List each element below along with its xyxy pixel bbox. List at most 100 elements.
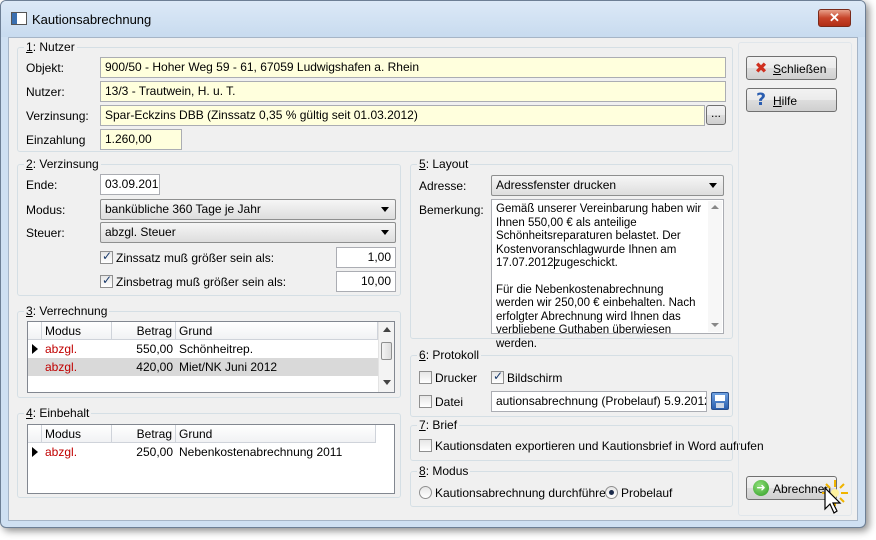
save-icon[interactable]: [711, 392, 729, 410]
einbehalt-grid[interactable]: Modus Betrag Grund abzgl. 250,00 Nebenko…: [27, 424, 395, 494]
current-row-indicator-icon: [32, 447, 38, 457]
group-layout: 5: Layout Adresse: Adressfenster drucken…: [410, 157, 733, 350]
group-nutzer-legend: 1: Nutzer: [24, 40, 77, 54]
group-modus: 8: Modus Kautionsabrechnung durchführen …: [410, 464, 733, 507]
group-protokoll-legend: 6: Protokoll: [417, 348, 482, 362]
export-checkbox[interactable]: [419, 439, 432, 452]
row-modus: abzgl.: [45, 342, 78, 356]
group-brief-legend: 7: Brief: [417, 418, 460, 432]
group-verrechnung: 3: Verrechnung Modus Betrag Grund abzgl.…: [17, 304, 401, 398]
group-protokoll: 6: Protokoll Drucker Bildschirm Datei au…: [410, 348, 733, 417]
group-verzinsung-legend: 2: Verzinsung: [24, 157, 101, 171]
hilfe-button[interactable]: ? Hilfe: [746, 88, 837, 112]
chevron-down-icon: [381, 230, 389, 235]
scroll-thumb[interactable]: [381, 342, 392, 360]
zinsbetrag-checkbox[interactable]: [100, 273, 113, 288]
nutzer-label: Nutzer:: [26, 85, 65, 99]
verrechnung-grid[interactable]: Modus Betrag Grund abzgl. 550,00 Schönhe…: [27, 321, 395, 393]
schliessen-label: Schließen: [773, 62, 827, 76]
zinssatz-field[interactable]: 1,00: [336, 247, 396, 268]
zinsbetrag-field[interactable]: 10,00: [336, 271, 396, 292]
export-label: Kautionsdaten exportieren und Kautionsbr…: [435, 439, 764, 453]
group-nutzer: 1: Nutzer Objekt: 900/50 - Hoher Weg 59 …: [17, 40, 733, 152]
table-row[interactable]: abzgl. 420,00 Miet/NK Juni 2012: [28, 358, 378, 376]
current-row-indicator-icon: [32, 344, 38, 354]
verzinsung-label: Verzinsung:: [26, 109, 89, 123]
close-button[interactable]: ✕: [818, 9, 851, 27]
zinssatz-checkbox[interactable]: [100, 249, 113, 264]
hilfe-label: Hilfe: [773, 94, 798, 108]
probelauf-label: Probelauf: [621, 486, 673, 500]
datei-label: Datei: [435, 395, 464, 409]
chevron-down-icon: [381, 207, 389, 212]
group-brief: 7: Brief Kautionsdaten exportieren und K…: [410, 418, 764, 461]
scroll-up-icon[interactable]: [383, 327, 391, 332]
bemerkung-textarea[interactable]: Gemäß unserer Vereinbarung haben wir Ihn…: [491, 199, 724, 350]
window-title: Kautionsabrechnung: [32, 12, 152, 27]
column-header-grund[interactable]: Grund: [176, 322, 378, 340]
modus-label: Modus:: [26, 203, 66, 217]
adresse-label: Adresse:: [419, 179, 467, 193]
group-verzinsung: 2: Verzinsung Ende: 03.09.2012 Modus: ba…: [17, 157, 401, 296]
scroll-up-icon[interactable]: [711, 205, 719, 209]
row-grund: Schönheitrep.: [179, 342, 254, 356]
dialog-client: 1: Nutzer Objekt: 900/50 - Hoher Weg 59 …: [8, 37, 858, 521]
row-grund: Nebenkostenabrechnung 2011: [179, 445, 343, 459]
steuer-label: Steuer:: [26, 226, 65, 240]
durchfuehren-label: Kautionsabrechnung durchführen: [435, 486, 613, 500]
table-row[interactable]: abzgl. 550,00 Schönheitrep.: [28, 340, 378, 358]
durchfuehren-radio[interactable]: [419, 486, 432, 499]
bemerkung-label: Bemerkung:: [419, 203, 484, 217]
row-header-corner: [28, 322, 42, 340]
bemerkung-scrollbar[interactable]: [708, 201, 722, 332]
objekt-field[interactable]: 900/50 - Hoher Weg 59 - 61, 67059 Ludwig…: [100, 57, 726, 78]
drucker-label: Drucker: [435, 371, 478, 385]
scroll-down-icon[interactable]: [711, 323, 719, 327]
group-layout-legend: 5: Layout: [417, 157, 471, 171]
row-modus: abzgl.: [45, 445, 78, 459]
column-header-betrag[interactable]: Betrag: [112, 322, 176, 340]
close-icon: ✖: [754, 59, 768, 77]
help-icon: ?: [756, 90, 766, 110]
probelauf-radio[interactable]: [605, 486, 618, 499]
column-header-grund[interactable]: Grund: [176, 425, 376, 443]
ende-label: Ende:: [26, 178, 58, 192]
adresse-dropdown[interactable]: Adressfenster drucken: [491, 175, 724, 196]
table-row[interactable]: abzgl. 250,00 Nebenkostenabrechnung 2011: [28, 443, 378, 461]
bildschirm-checkbox[interactable]: [491, 369, 504, 384]
zinssatz-label: Zinssatz muß größer sein als:: [116, 251, 275, 265]
ende-field[interactable]: 03.09.2012: [100, 174, 160, 195]
steuer-dropdown[interactable]: abzgl. Steuer: [100, 222, 396, 243]
row-header-corner: [28, 425, 42, 443]
einzahlung-field[interactable]: 1.260,00: [100, 129, 182, 150]
group-einbehalt: 4: Einbehalt Modus Betrag Grund abzgl. 2…: [17, 406, 401, 498]
group-modus-legend: 8: Modus: [417, 464, 471, 478]
dialog-window: Kautionsabrechnung ✕ 1: Nutzer Objekt: 9…: [0, 0, 866, 528]
column-header-modus[interactable]: Modus: [42, 322, 112, 340]
row-grund: Miet/NK Juni 2012: [179, 360, 278, 374]
mouse-cursor-icon: [824, 486, 842, 518]
datei-field[interactable]: autionsabrechnung (Probelauf) 5.9.2012.q…: [491, 391, 707, 412]
title-bar[interactable]: Kautionsabrechnung ✕: [1, 1, 865, 37]
arrow-right-icon: ➜: [753, 480, 769, 496]
verzinsung-field[interactable]: Spar-Eckzins DBB (Zinssatz 0,35 % gültig…: [100, 105, 705, 126]
nutzer-field[interactable]: 13/3 - Trautwein, H. u. T.: [100, 81, 726, 102]
column-header-betrag[interactable]: Betrag: [112, 425, 176, 443]
row-betrag: 250,00: [136, 445, 173, 459]
column-header-modus[interactable]: Modus: [42, 425, 112, 443]
scroll-down-icon[interactable]: [383, 380, 391, 385]
chevron-down-icon: [709, 183, 717, 188]
verzinsung-browse-button[interactable]: ...: [706, 105, 726, 125]
bildschirm-label: Bildschirm: [507, 371, 563, 385]
drucker-checkbox[interactable]: [419, 371, 432, 384]
row-betrag: 550,00: [136, 342, 173, 356]
zinsbetrag-label: Zinsbetrag muß größer sein als:: [116, 275, 287, 289]
schliessen-button[interactable]: ✖ Schließen: [746, 56, 837, 80]
einzahlung-label: Einzahlung: [26, 133, 86, 147]
verrechnung-scrollbar[interactable]: [378, 322, 394, 392]
bemerkung-paragraph-1: Gemäß unserer Vereinbarung haben wir Ihn…: [496, 203, 702, 269]
bemerkung-paragraph-2: Für die Nebenkostenabrechnung werden wir…: [496, 283, 696, 350]
group-verrechnung-legend: 3: Verrechnung: [24, 304, 110, 318]
datei-checkbox[interactable]: [419, 395, 432, 408]
modus-dropdown[interactable]: bankübliche 360 Tage je Jahr: [100, 199, 396, 220]
